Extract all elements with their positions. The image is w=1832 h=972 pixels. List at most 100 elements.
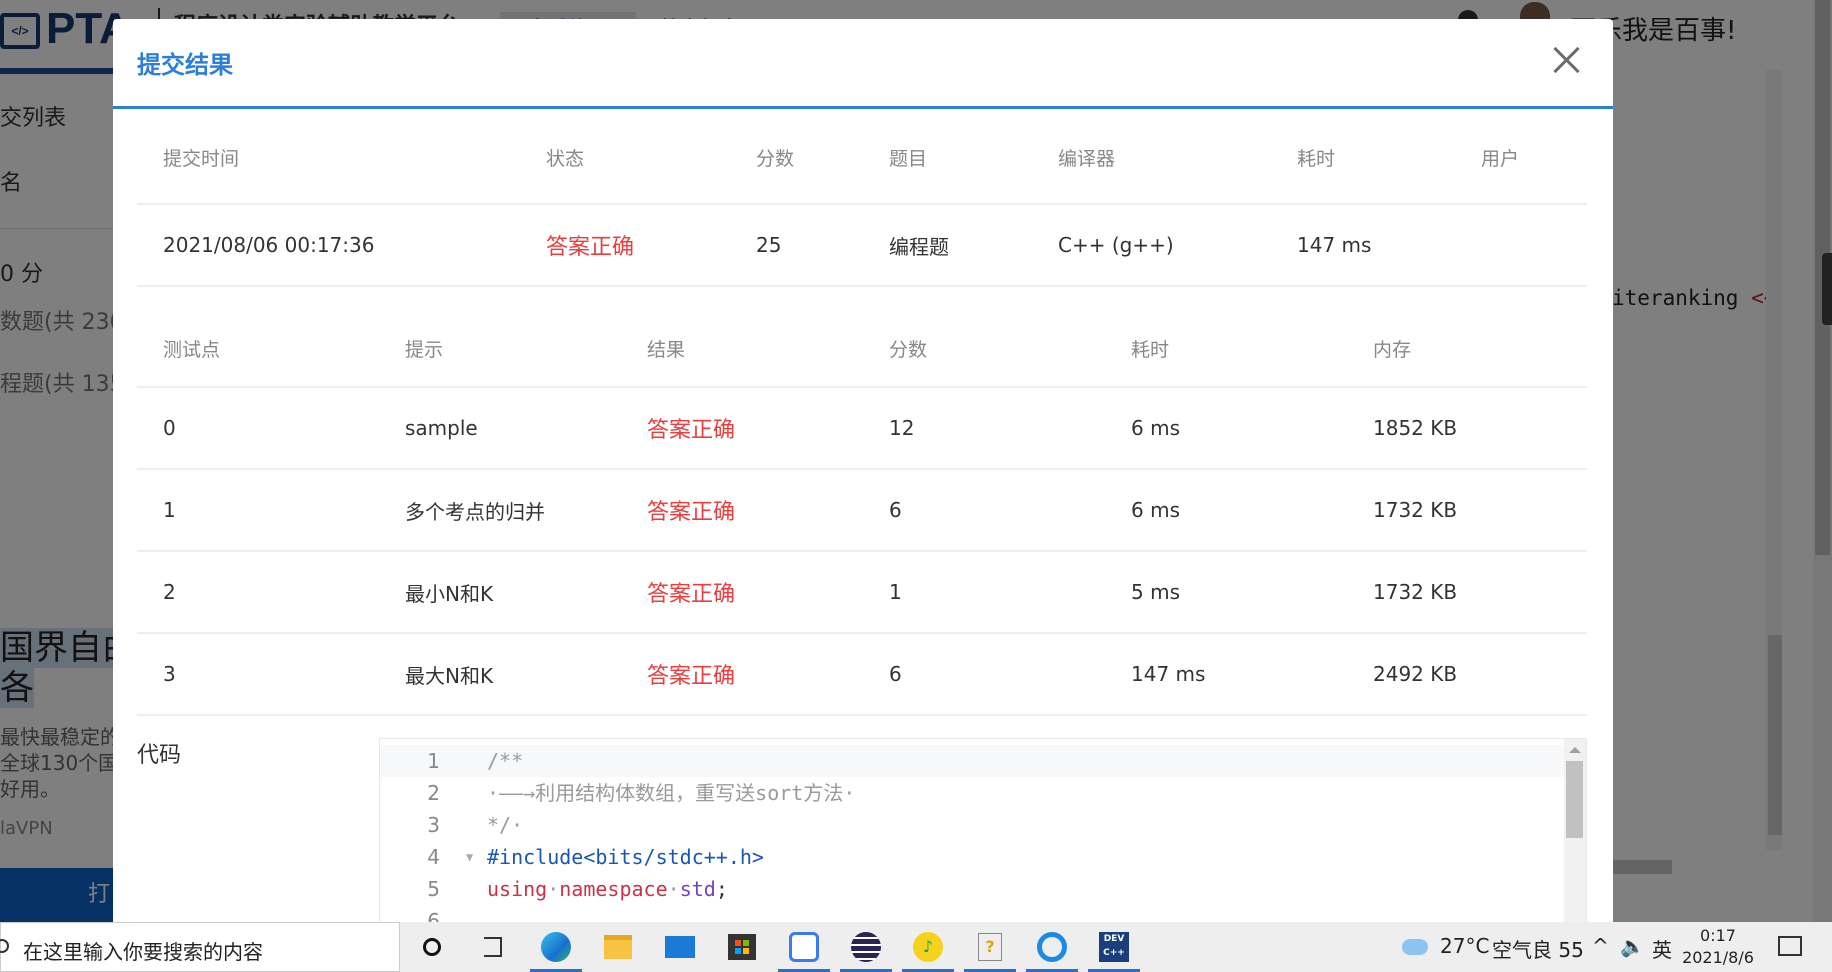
submission-result-dialog: 提交结果 提交时间 状态 分数 题目 编译器 耗时 用户 2021/08/06 … (113, 19, 1613, 939)
search-icon (0, 939, 9, 953)
testcase-hint: 多个考点的归并 (405, 499, 545, 524)
code-text: #include<bits/stdc++.h> (487, 841, 764, 873)
code-token: /** (487, 749, 524, 773)
code-label: 代码 (137, 743, 182, 768)
code-line: 2 ·——→利用结构体数组，重写送sort方法· (380, 777, 1564, 809)
taskbar-clock[interactable]: 0:17 2021/8/6 (1678, 925, 1758, 969)
testcase-id: 2 (163, 580, 176, 604)
testcase-score: 6 (889, 662, 902, 686)
testcase-row: 3 最大N和K 答案正确 6 147 ms 2492 KB (137, 634, 1587, 716)
task-view-icon[interactable] (474, 928, 512, 966)
testcase-time: 147 ms (1131, 662, 1206, 686)
code-line: 4 ▼ #include<bits/stdc++.h> (380, 841, 1564, 873)
col-duration: 耗时 (1297, 147, 1336, 170)
testcase-row: 1 多个考点的归并 答案正确 6 6 ms 1732 KB (137, 470, 1587, 552)
clock-time: 0:17 (1700, 926, 1736, 945)
line-number: 3 (427, 813, 440, 837)
testcase-result: 答案正确 (647, 582, 736, 607)
submit-time: 2021/08/06 00:17:36 (163, 233, 375, 257)
close-icon[interactable] (1551, 45, 1581, 75)
file-explorer-icon[interactable] (599, 928, 637, 966)
testcase-score: 1 (889, 580, 902, 604)
code-token: · (547, 877, 560, 901)
scroll-up-arrow-icon[interactable] (1569, 747, 1581, 753)
air-quality[interactable]: 空气良 55 (1492, 934, 1584, 963)
testcase-hint: 最大N和K (405, 663, 494, 688)
clock-date: 2021/8/6 (1682, 948, 1754, 967)
code-token: · (667, 877, 680, 901)
line-number: 1 (427, 749, 440, 773)
col-hint: 提示 (405, 339, 444, 361)
code-line: 3 */· (380, 809, 1564, 841)
code-token: namespace (559, 877, 668, 901)
code-scrollbar-thumb[interactable] (1566, 761, 1583, 838)
testcase-table: 测试点 提示 结果 分数 耗时 内存 0 sample 答案正确 12 6 ms 1852… (137, 311, 1587, 716)
testcase-hint: sample (405, 416, 478, 440)
weather-temp[interactable]: 27°C (1440, 934, 1489, 958)
volume-icon[interactable]: 🔈 (1620, 934, 1645, 958)
col-user: 用户 (1481, 147, 1520, 170)
compiler: C++ (g++) (1058, 233, 1174, 257)
col-score: 分数 (889, 339, 928, 361)
score: 25 (756, 233, 782, 257)
code-scrollbar[interactable] (1564, 739, 1586, 939)
ime-indicator[interactable]: 英 (1652, 934, 1672, 963)
testcase-id: 1 (163, 498, 176, 522)
search-placeholder: 在这里输入你要搜索的内容 (23, 940, 263, 964)
edge-icon[interactable] (537, 928, 575, 966)
weather-cloud-icon[interactable] (1400, 928, 1430, 966)
code-token: ; (715, 877, 728, 901)
cortana-icon[interactable] (413, 928, 451, 966)
submission-table-header: 提交时间 状态 分数 题目 编译器 耗时 用户 (137, 111, 1587, 205)
baidu-netdisk-icon[interactable] (785, 928, 823, 966)
testcase-result: 答案正确 (647, 500, 736, 525)
col-result: 结果 (647, 339, 686, 361)
testcase-memory: 1732 KB (1373, 580, 1458, 604)
browser-icon[interactable] (1033, 928, 1071, 966)
screen: </>PTA 程序设计类实验辅助教学平台 考试练习 教育超市 可乐我是百事! 交… (0, 0, 1832, 972)
code-text: */· (487, 809, 523, 841)
code-token: using (487, 877, 548, 901)
mail-icon[interactable] (661, 928, 699, 966)
col-testcase: 测试点 (163, 339, 221, 361)
eclipse-icon[interactable] (847, 928, 885, 966)
dialog-title: 提交结果 (137, 51, 233, 79)
col-compiler: 编译器 (1058, 147, 1116, 170)
code-token: ·——→利用结构体数组，重写送sort方法· (487, 781, 856, 805)
code-line: 5 using·namespace·std; (380, 873, 1564, 905)
qq-music-icon[interactable]: ♪ (909, 928, 947, 966)
fold-arrow-icon[interactable]: ▼ (466, 841, 473, 873)
testcase-row: 2 最小N和K 答案正确 1 5 ms 1732 KB (137, 552, 1587, 634)
duration: 147 ms (1297, 233, 1372, 257)
testcase-time: 5 ms (1131, 580, 1180, 604)
submission-table: 提交时间 状态 分数 题目 编译器 耗时 用户 2021/08/06 00:17… (137, 111, 1587, 287)
tray-expand-icon[interactable]: ^ (1592, 934, 1609, 958)
dev-cpp-icon[interactable]: DEV C++ (1095, 928, 1133, 966)
code-text: using·namespace·std; (487, 873, 728, 905)
testcase-result: 答案正确 (647, 664, 736, 689)
taskbar-search-box[interactable]: 在这里输入你要搜索的内容 (0, 922, 400, 972)
testcase-result: 答案正确 (647, 418, 736, 443)
dialog-header: 提交结果 (113, 19, 1613, 109)
testcase-memory: 1732 KB (1373, 498, 1458, 522)
notification-center-icon[interactable] (1778, 936, 1802, 956)
store-icon[interactable] (723, 928, 761, 966)
testcase-time: 6 ms (1131, 498, 1180, 522)
col-score: 分数 (756, 147, 795, 170)
code-viewer[interactable]: 1 /** 2 ·——→利用结构体数组，重写送sort方法· 3 */· 4 ▼ #includ… (379, 738, 1587, 939)
col-submit-time: 提交时间 (163, 147, 240, 170)
col-memory: 内存 (1373, 339, 1412, 361)
line-number: 5 (427, 877, 440, 901)
submission-row: 2021/08/06 00:17:36 答案正确 25 编程题 C++ (g++… (137, 205, 1587, 287)
help-icon[interactable]: ? (971, 928, 1009, 966)
testcase-row: 0 sample 答案正确 12 6 ms 1852 KB (137, 388, 1587, 470)
testcase-hint: 最小N和K (405, 581, 494, 606)
problem-type[interactable]: 编程题 (889, 205, 949, 285)
col-status: 状态 (546, 147, 585, 170)
line-number: 2 (427, 781, 440, 805)
status-badge: 答案正确 (546, 235, 635, 260)
testcase-id: 0 (163, 416, 176, 440)
testcase-memory: 2492 KB (1373, 662, 1458, 686)
code-token: #include<bits/stdc++.h> (487, 845, 764, 869)
code-text: /** (487, 745, 523, 777)
